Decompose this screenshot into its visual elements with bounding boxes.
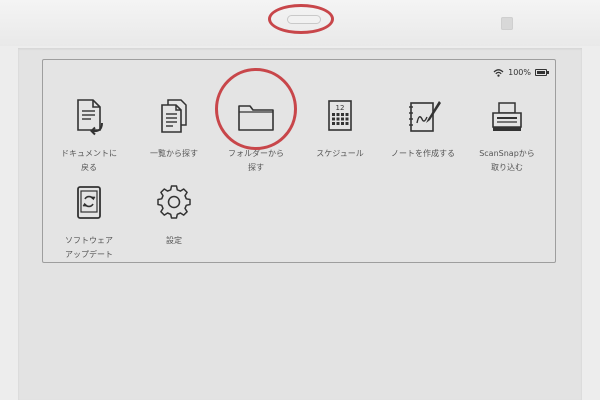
app-settings[interactable]: 設定 [129,184,219,248]
battery-full-icon [535,68,549,76]
status-bar: 100% [493,66,549,78]
app-schedule[interactable]: 12 スケジュール [295,97,385,161]
app-label: ソフトウェア アップデート [65,236,113,259]
note-pen-icon [409,101,441,132]
app-create-note[interactable]: ノートを作成する [378,97,468,161]
calendar-icon: 12 [328,100,352,131]
document-return-icon [77,99,103,136]
app-label: 設定 [166,236,182,245]
calendar-day: 12 [336,104,345,112]
app-return-to-document[interactable]: ドキュメントに 戻る [44,97,134,175]
app-browse-folder[interactable]: フォルダーから 探す [211,97,301,175]
app-label: ドキュメントに 戻る [61,149,117,172]
app-scansnap-import[interactable]: ScanSnapから 取り込む [462,97,552,175]
highlight-circle-home-button [268,4,334,34]
light-sensor [501,17,513,30]
app-label: ScanSnapから 取り込む [479,149,535,172]
app-label: 一覧から探す [150,149,198,158]
software-update-icon [77,186,101,219]
wifi-icon [493,68,504,77]
app-browse-list[interactable]: 一覧から探す [129,97,219,161]
gear-icon [157,185,191,219]
app-label: スケジュール [316,149,364,158]
battery-percentage: 100% [508,67,531,77]
document-list-icon [161,99,187,133]
scanner-icon [492,102,522,131]
folder-icon [238,105,274,131]
app-label: ノートを作成する [391,149,455,158]
app-launcher-panel: 100% ドキュメントに 戻る 一覧から探す フォルダーから 探す 12 スケジ… [42,59,556,263]
app-software-update[interactable]: ソフトウェア アップデート [44,184,134,262]
app-label: フォルダーから 探す [228,149,284,172]
